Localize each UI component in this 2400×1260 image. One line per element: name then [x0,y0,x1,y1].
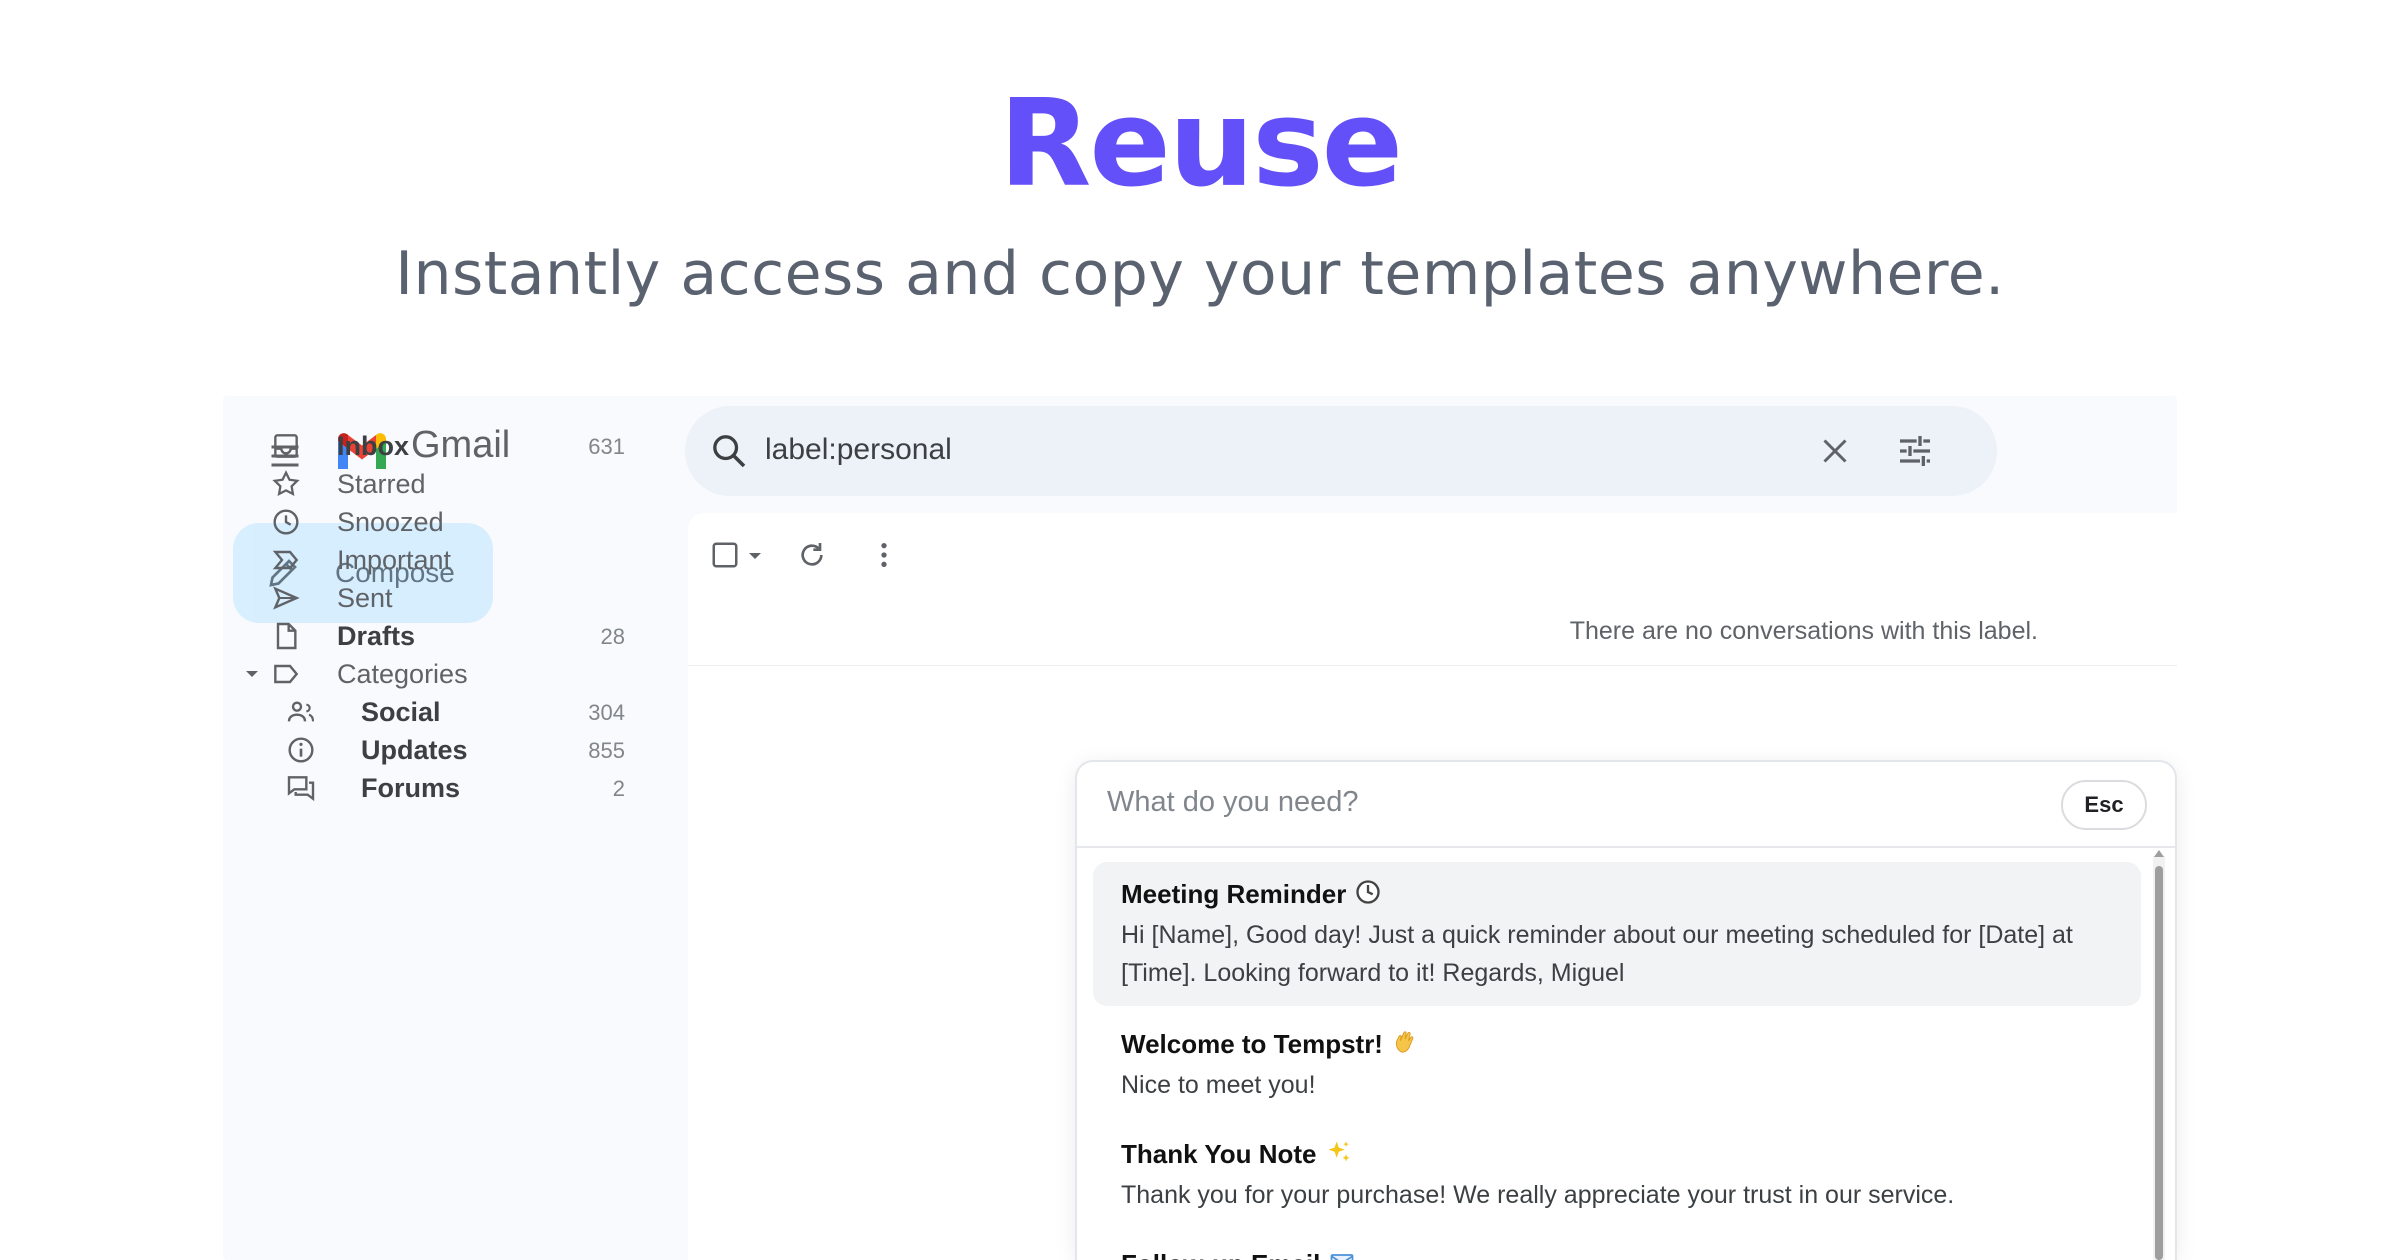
palette-search-input[interactable]: What do you need? [1107,786,1359,819]
hero-subtitle: Instantly access and copy your templates… [395,239,2005,309]
template-title: Thank You Note [1121,1136,2113,1172]
template-title-text: Meeting Reminder [1121,879,1347,909]
sidebar-item-label: Forums [361,773,461,803]
palette-divider [1077,846,2175,848]
template-title: Welcome to Tempstr! [1121,1026,2113,1062]
sidebar-item-forums[interactable]: Forums 2 [223,759,663,817]
divider [688,665,2177,666]
waving-hand-icon [1395,1031,1414,1053]
unread-count: 2 [612,776,625,801]
select-all-checkbox[interactable] [710,540,740,570]
select-menu-chevron-down-icon[interactable] [748,551,762,561]
forum-icon [287,776,315,802]
esc-button[interactable]: Esc [2061,780,2147,830]
search-bar[interactable]: label:personal [685,406,1997,496]
hero-title: Reuse [998,75,1403,214]
template-body: Nice to meet you! [1121,1071,1316,1099]
clock-emoji-icon [1356,880,1381,904]
template-title: Follow-up Email [1121,1246,2113,1260]
template-title: Meeting Reminder [1121,876,2113,912]
empty-state-message: There are no conversations with this lab… [1569,617,2038,645]
template-title-text: Follow-up Email [1121,1249,1320,1260]
scrollbar-thumb[interactable] [2155,866,2163,1260]
template-title-text: Thank You Note [1121,1139,1317,1169]
refresh-icon[interactable] [796,539,828,571]
template-palette: What do you need? Esc Meeting Reminder Hi… [1075,760,2177,1260]
scroll-up-arrow-icon[interactable] [2154,850,2164,857]
template-body: Hi [Name], Good day! Just a quick remind… [1121,921,2073,987]
search-options-icon[interactable] [1895,431,1935,471]
close-icon[interactable] [1817,433,1853,469]
search-icon[interactable] [709,431,749,471]
expand-chevron-down-icon[interactable] [245,669,259,679]
template-item[interactable]: Meeting Reminder Hi [Name], Good day! Jus… [1093,862,2141,1006]
search-input[interactable]: label:personal [765,433,952,467]
sparkles-icon [1328,1141,1349,1162]
envelope-icon [1330,1254,1354,1260]
template-item[interactable]: Follow-up Email [1093,1232,2141,1260]
template-item[interactable]: Thank You Note Thank you for your purchas… [1093,1122,2141,1228]
template-title-text: Welcome to Tempstr! [1121,1029,1383,1059]
more-options-icon[interactable] [868,539,900,571]
template-body: Thank you for your purchase! We really a… [1121,1181,1955,1209]
template-item[interactable]: Welcome to Tempstr! Nice to meet you! [1093,1012,2141,1118]
